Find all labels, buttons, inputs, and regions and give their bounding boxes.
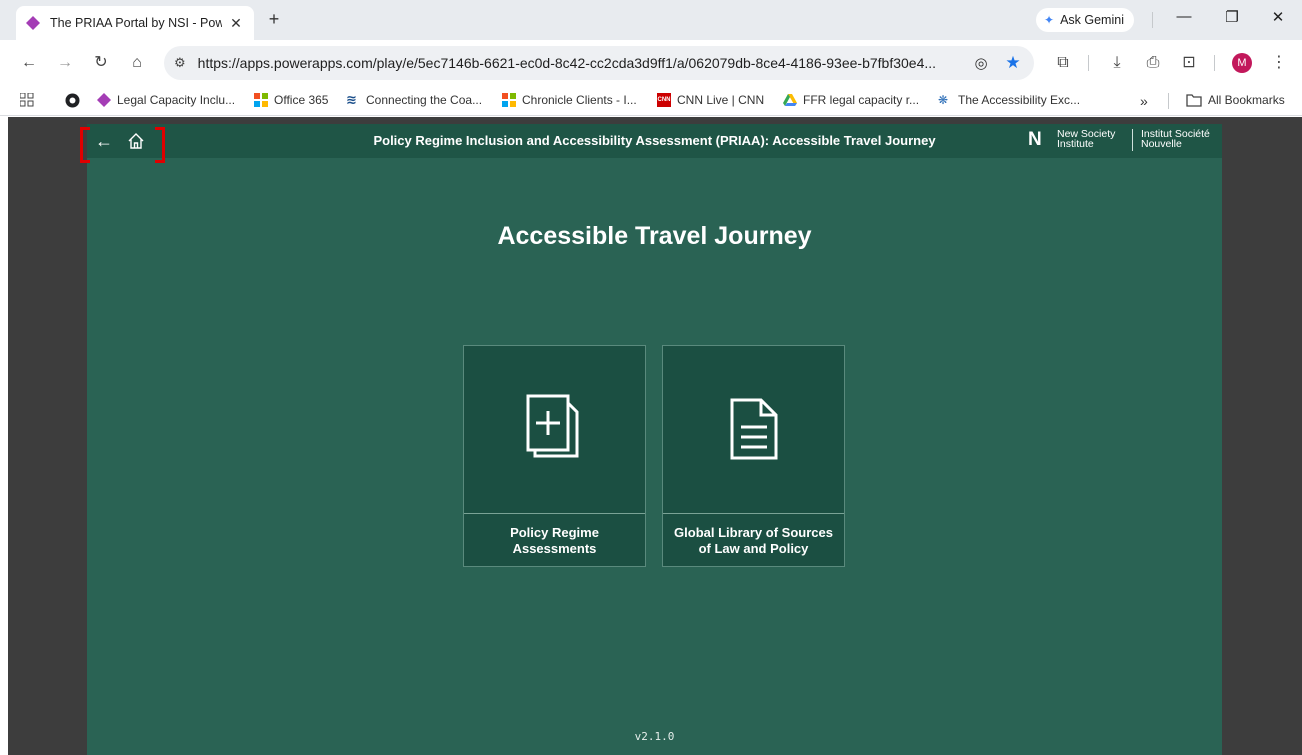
divider bbox=[1168, 93, 1169, 109]
powerapp-canvas: Policy Regime Inclusion and Accessibilit… bbox=[80, 124, 1222, 755]
powerapps-favicon-icon bbox=[26, 16, 40, 30]
bookmark-connecting-coa[interactable]: ≋ Connecting the Coa... bbox=[346, 92, 483, 108]
minimize-button[interactable]: — bbox=[1170, 8, 1198, 25]
home-button[interactable]: ⌂ bbox=[126, 52, 148, 74]
powerapps-icon bbox=[97, 93, 111, 107]
bookmark-label: FFR legal capacity r... bbox=[803, 93, 920, 107]
bookmark-ffr-legal[interactable]: FFR legal capacity r... bbox=[783, 93, 919, 107]
ask-gemini-button[interactable]: ✦ Ask Gemini bbox=[1036, 8, 1134, 32]
extensions-icon[interactable]: ⧉ bbox=[1052, 52, 1074, 74]
page-viewport: Policy Regime Inclusion and Accessibilit… bbox=[0, 117, 1302, 755]
bookmark-globe-icon[interactable] bbox=[65, 93, 80, 108]
new-tab-button[interactable]: + bbox=[264, 9, 284, 29]
add-document-icon bbox=[464, 346, 645, 512]
version-label: v2.1.0 bbox=[634, 730, 675, 743]
url-text[interactable]: https://apps.powerapps.com/play/e/5ec714… bbox=[198, 55, 960, 71]
bookmark-office-365[interactable]: Office 365 bbox=[254, 93, 328, 107]
card-label: Global Library of Sources of Law and Pol… bbox=[663, 513, 844, 567]
reload-button[interactable]: ↻ bbox=[90, 52, 112, 74]
all-bookmarks-button[interactable]: All Bookmarks bbox=[1186, 93, 1285, 107]
bookmark-accessibility-exc[interactable]: ❋ The Accessibility Exc... bbox=[938, 93, 1080, 107]
forward-button[interactable]: → bbox=[54, 52, 76, 74]
accessibility-icon: ❋ bbox=[938, 93, 949, 107]
restore-button[interactable]: ❐ bbox=[1218, 8, 1246, 26]
more-bookmarks-button[interactable]: » bbox=[1140, 93, 1148, 109]
logo-fr-line2: Nouvelle bbox=[1141, 138, 1182, 150]
document-icon bbox=[663, 346, 844, 512]
bookmark-label: Legal Capacity Inclu... bbox=[117, 93, 236, 107]
left-gutter bbox=[0, 117, 8, 755]
microsoft-icon bbox=[254, 93, 268, 107]
tab-title: The PRIAA Portal by NSI - Powe bbox=[50, 16, 222, 30]
tab-close-icon[interactable]: ✕ bbox=[228, 15, 244, 32]
logo-divider bbox=[1132, 129, 1133, 151]
highlight-bracket-right bbox=[155, 127, 165, 163]
app-home-icon[interactable] bbox=[125, 130, 147, 152]
apps-grid-icon[interactable] bbox=[20, 93, 34, 107]
card-label: Policy Regime Assessments bbox=[464, 513, 645, 567]
bookmark-label: CNN Live | CNN bbox=[677, 93, 765, 107]
back-button[interactable]: ← bbox=[18, 52, 40, 74]
browser-toolbar: ← → ↻ ⌂ ⚙ https://apps.powerapps.com/pla… bbox=[0, 40, 1302, 86]
global-library-card[interactable]: Global Library of Sources of Law and Pol… bbox=[662, 345, 845, 567]
waves-icon: ≋ bbox=[346, 92, 357, 107]
close-window-button[interactable]: ✕ bbox=[1264, 8, 1292, 26]
logo-en-line2: Institute bbox=[1057, 138, 1094, 150]
policy-regime-assessments-card[interactable]: Policy Regime Assessments bbox=[463, 345, 646, 567]
download-icon[interactable]: ⤓ bbox=[1106, 52, 1128, 74]
divider bbox=[1214, 55, 1215, 71]
menu-kebab-icon[interactable]: ⋮ bbox=[1268, 52, 1290, 74]
bookmark-legal-capacity[interactable]: Legal Capacity Inclu... bbox=[97, 93, 235, 107]
browser-tab[interactable]: The PRIAA Portal by NSI - Powe ✕ bbox=[16, 6, 254, 40]
profile-avatar[interactable]: M bbox=[1232, 53, 1252, 73]
reading-mode-icon[interactable]: ⊡ bbox=[1178, 52, 1200, 74]
divider bbox=[1152, 12, 1153, 28]
google-drive-icon bbox=[783, 94, 797, 106]
address-bar[interactable]: ⚙ https://apps.powerapps.com/play/e/5ec7… bbox=[164, 46, 1034, 80]
gemini-sparkle-icon: ✦ bbox=[1044, 13, 1055, 27]
page-title: Accessible Travel Journey bbox=[497, 222, 812, 250]
app-back-arrow-icon[interactable]: ← bbox=[93, 130, 115, 152]
divider bbox=[1088, 55, 1089, 71]
all-bookmarks-label: All Bookmarks bbox=[1208, 93, 1285, 107]
cnn-icon: CNN bbox=[657, 93, 671, 107]
app-header: Policy Regime Inclusion and Accessibilit… bbox=[80, 124, 1222, 163]
bookmark-label: Office 365 bbox=[274, 93, 329, 107]
bookmark-label: Connecting the Coa... bbox=[366, 93, 483, 107]
bookmarks-bar: Legal Capacity Inclu... Office 365 ≋ Con… bbox=[0, 86, 1302, 116]
ask-gemini-label: Ask Gemini bbox=[1060, 13, 1124, 27]
microsoft-icon bbox=[502, 93, 516, 107]
bookmark-label: Chronicle Clients - I... bbox=[522, 93, 637, 107]
bookmark-star-icon[interactable]: ★ bbox=[1002, 53, 1024, 73]
bookmark-cnn[interactable]: CNN CNN Live | CNN bbox=[657, 93, 764, 107]
browser-window: The PRIAA Portal by NSI - Powe ✕ + ✦ Ask… bbox=[0, 0, 1302, 755]
eye-slash-icon[interactable]: ◎ bbox=[970, 54, 992, 72]
highlight-bracket-left bbox=[80, 127, 90, 163]
nsi-logo-mark-icon: N bbox=[1028, 129, 1042, 150]
bookmark-label: The Accessibility Exc... bbox=[958, 93, 1081, 107]
site-info-icon[interactable]: ⚙ bbox=[174, 55, 186, 71]
tab-strip: The PRIAA Portal by NSI - Powe ✕ + ✦ Ask… bbox=[0, 0, 1302, 40]
bookmark-chronicle-clients[interactable]: Chronicle Clients - I... bbox=[502, 93, 637, 107]
folder-icon bbox=[1186, 94, 1202, 107]
print-icon[interactable]: ⎙ bbox=[1142, 52, 1164, 74]
app-title: Policy Regime Inclusion and Accessibilit… bbox=[373, 133, 936, 148]
